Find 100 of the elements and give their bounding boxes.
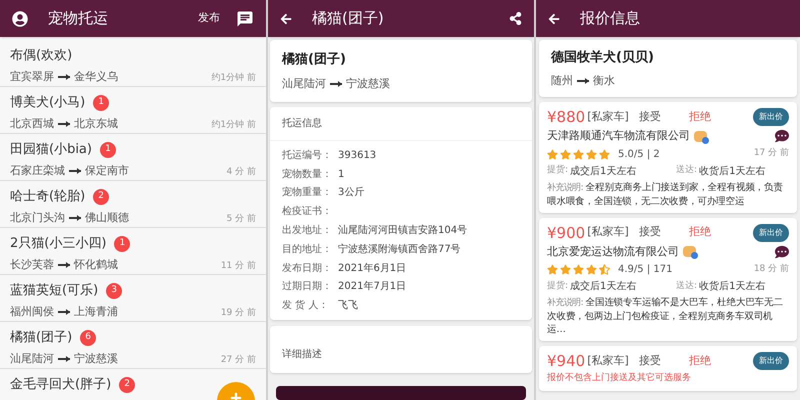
remark-text: 补充说明: 全程别克商务上门接送到家，全程有视频，负责喂水喂食，全国连锁，无二次收费，可办理空运 [547,180,784,208]
delivery-label: 送达: [676,280,698,293]
reject-button[interactable]: 拒绝 [688,352,711,370]
delivery-text: 收货后1天左右 [699,164,766,178]
back-icon[interactable] [280,12,292,24]
field-value: 3公斤 [338,186,364,200]
star-icon [547,148,558,160]
rating-text: 4.9/5 | 171 [618,263,672,277]
star-icon [573,148,584,160]
origin-text: 长沙芙蓉 [10,256,54,272]
field-value: 汕尾陆河河田镇吉安路104号 [338,224,468,238]
vehicle-text: [私家车] [587,352,629,369]
reject-button[interactable]: 拒绝 [688,224,711,241]
rating-text: 5.0/5 | 2 [618,148,660,162]
field-value: 2021年6月1日 [338,262,406,276]
time-text: 约1分钟 前 [211,118,256,132]
shipment-item[interactable]: 博美犬(小马) 1 北京西城 北京东城 约1分钟 前 [0,87,266,134]
account-icon[interactable] [12,10,28,26]
field-value: 2021年7月1日 [338,280,406,294]
destination-text: 怀化鹤城 [74,256,118,272]
publish-button[interactable]: 发布 [198,10,220,27]
shipment-item[interactable]: 2只猫(小三小四) 1 长沙芙蓉 怀化鹤城 11 分 前 [0,228,266,275]
count-badge: 2 [93,188,110,205]
remark-text: 补充说明: 全国连锁专车运输不是大巴车，杜绝大巴车无二次收费，包两边上门包检疫证，全程别克商务车双司机运… [547,296,784,336]
field-label: 目的地址： [282,242,333,257]
accept-button[interactable]: 接受 [638,224,661,241]
destination-text: 上海青浦 [74,304,118,320]
time-text: 11 分 前 [220,260,256,272]
shipment-item[interactable]: 布偶(欢欢) 宜宾翠屏 金华义乌 约1分钟 前 [0,40,266,87]
star-icon [599,148,610,160]
star-icon [560,148,571,160]
section-title: 托运信息 [270,107,532,141]
new-offer-button[interactable]: 新出价 [753,224,789,242]
accept-button[interactable]: 接受 [638,352,661,370]
field-label: 发 货 人： [282,299,330,314]
screen-title: 报价信息 [580,8,640,30]
field-label: 检疫证书： [282,204,333,220]
count-badge: 2 [119,376,136,393]
star-icon [586,148,597,160]
time-text: 5 分 前 [226,212,256,226]
price-text: ¥900 [547,224,586,242]
delivery-text: 收货后1天左右 [699,280,766,294]
pet-name: 2只猫(小三小四) [10,235,106,253]
origin-text: 汕尾陆河 [10,350,54,366]
origin-text: 宜宾翠屏 [10,68,54,84]
company-name: 北京爱宠运达物流有限公司 [547,244,679,260]
destination-text: 佛山顺德 [85,210,129,226]
star-icon [560,264,571,275]
field-value: 飞飞 [338,299,358,314]
shipment-item[interactable]: 田园猫(小bia) 1 石家庄栾城 保定南市 4 分 前 [0,134,266,181]
destination-text: 衡水 [593,72,615,88]
screen-title: 橘猫(团子) [312,8,384,30]
reject-button[interactable]: 拒绝 [688,108,711,126]
pet-name: 布偶(欢欢) [10,47,72,65]
pickup-label: 提货: [547,164,568,178]
screen-title: 宠物托运 [48,8,108,30]
star-icon [586,264,597,275]
origin-text: 北京西城 [10,116,54,132]
origin-text: 北京门头沟 [10,210,65,226]
pet-name: 博美犬(小马) [10,94,86,112]
share-icon[interactable] [509,12,522,25]
count-badge: 3 [106,282,122,299]
pet-name: 金毛寻回犬(胖子) [10,376,112,394]
pet-name: 橘猫(团子) [282,51,347,69]
shipment-item[interactable]: 蓝猫英短(可乐) 3 福州闽侯 上海青浦 19 分 前 [0,275,266,322]
pickup-text: 成交后1天左右 [570,164,638,178]
time-text: 19 分 前 [220,306,256,320]
destination-text: 宁波慈溪 [74,350,118,366]
pet-name: 橘猫(团子) [10,329,72,347]
field-label: 发布日期： [282,262,333,276]
field-value: 宁波慈溪附海镇西舍路77号 [338,242,461,257]
star-icon [573,264,584,275]
destination-text: 金华义乌 [74,68,118,84]
price-text: ¥880 [547,108,586,126]
field-label: 出发地址： [282,224,333,238]
shipment-item[interactable]: 橘猫(团子) 6 汕尾陆河 宁波慈溪 27 分 前 [0,322,266,369]
time-text: 4 分 前 [226,166,256,178]
message-icon[interactable] [236,10,254,28]
shipment-item[interactable]: 哈士奇(轮胎) 2 北京门头沟 佛山顺德 5 分 前 [0,181,266,228]
field-label: 宠物数量： [282,168,333,182]
accept-button[interactable]: 接受 [638,108,661,126]
chat-icon[interactable] [775,244,789,259]
pet-name: 德国牧羊犬(贝贝) [551,49,655,67]
pet-name: 哈士奇(轮胎) [10,188,86,206]
new-offer-button[interactable]: 新出价 [753,352,789,370]
field-label: 宠物重量： [282,186,333,200]
count-badge: 1 [100,142,116,158]
pickup-label: 提货: [547,280,568,293]
back-icon[interactable] [548,12,560,24]
star-icon [547,264,558,275]
section-title: 详细描述 [282,349,322,360]
count-badge: 6 [80,330,96,346]
chat-icon[interactable] [775,129,789,144]
new-offer-button[interactable]: 新出价 [753,108,789,126]
origin-text: 福州闽侯 [10,304,54,320]
field-value: 1 [338,168,344,182]
price-text: ¥940 [547,352,586,370]
origin-text: 石家庄栾城 [10,162,65,178]
origin-text: 随州 [551,72,573,88]
field-value: 393613 [338,148,376,163]
